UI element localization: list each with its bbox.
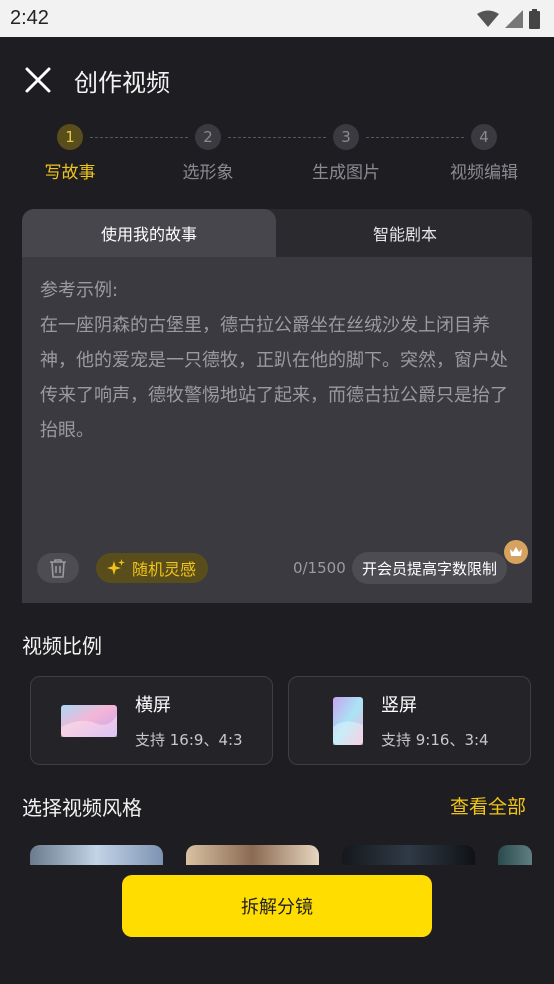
status-bar: 2:42: [0, 0, 554, 37]
example-title: 参考示例:: [40, 280, 119, 301]
crown-icon: [504, 540, 528, 564]
wifi-icon: [477, 10, 499, 27]
style-thumbnail[interactable]: [30, 845, 163, 865]
step-number: 1: [57, 124, 83, 150]
random-inspiration-button[interactable]: 随机灵感: [96, 553, 209, 583]
ratio-name: 横屏: [135, 695, 171, 716]
battery-icon: [529, 8, 540, 29]
style-thumbnail[interactable]: [342, 845, 475, 865]
step-label: 选形象: [182, 163, 234, 183]
ratio-landscape-card[interactable]: 横屏 支持 16:9、4:3: [30, 676, 273, 765]
step-video-edit[interactable]: 4 视频编辑: [434, 124, 534, 183]
vip-label: 开会员提高字数限制: [362, 559, 498, 578]
clear-button[interactable]: [37, 553, 79, 583]
step-number: 4: [471, 124, 497, 150]
portrait-icon: [333, 697, 363, 745]
view-all-link[interactable]: 查看全部: [450, 792, 526, 819]
style-section-title: 选择视频风格: [22, 796, 142, 820]
vip-upgrade-button[interactable]: 开会员提高字数限制: [352, 552, 508, 584]
page-title: 创作视频: [74, 68, 170, 97]
landscape-icon: [61, 705, 117, 737]
split-storyboard-button[interactable]: 拆解分镜: [122, 875, 432, 937]
sparkle-icon: [107, 559, 125, 575]
step-generate-images[interactable]: 3 生成图片: [296, 124, 396, 183]
step-label: 生成图片: [312, 163, 380, 183]
char-count: 0/1500: [293, 559, 346, 577]
story-footer: 随机灵感 0/1500 开会员提高字数限制: [22, 540, 532, 595]
style-thumbnail[interactable]: [498, 845, 532, 865]
tab-smart-script[interactable]: 智能剧本: [278, 209, 532, 257]
ratio-desc: 支持 16:9、4:3: [135, 731, 243, 749]
story-tabs: 使用我的故事 智能剧本: [22, 209, 532, 257]
step-number: 2: [195, 124, 221, 150]
step-label: 写故事: [44, 163, 96, 183]
story-input[interactable]: 参考示例: 在一座阴森的古堡里，德古拉公爵坐在丝绒沙发上闭目养神，他的爱宠是一只…: [22, 257, 532, 517]
ratio-name: 竖屏: [381, 695, 417, 716]
ratio-portrait-card[interactable]: 竖屏 支持 9:16、3:4: [288, 676, 531, 765]
signal-icon: [505, 9, 523, 28]
style-thumbnail[interactable]: [186, 845, 319, 865]
trash-icon: [50, 559, 66, 578]
status-time: 2:42: [10, 7, 49, 29]
stepper: 1 写故事 2 选形象 3 生成图片 4 视频编辑: [0, 124, 554, 190]
step-choose-avatar[interactable]: 2 选形象: [158, 124, 258, 183]
header: 创作视频: [0, 37, 554, 123]
example-body: 在一座阴森的古堡里，德古拉公爵坐在丝绒沙发上闭目养神，他的爱宠是一只德牧，正趴在…: [40, 315, 508, 441]
ratio-section-title: 视频比例: [22, 634, 102, 658]
step-label: 视频编辑: [450, 163, 518, 183]
status-icons: [477, 8, 540, 29]
story-card: 使用我的故事 智能剧本 参考示例: 在一座阴森的古堡里，德古拉公爵坐在丝绒沙发上…: [22, 209, 532, 603]
ratio-desc: 支持 9:16、3:4: [381, 731, 489, 749]
tab-my-story[interactable]: 使用我的故事: [22, 209, 276, 257]
step-write-story[interactable]: 1 写故事: [20, 124, 120, 183]
close-icon: [25, 67, 51, 93]
inspiration-label: 随机灵感: [132, 560, 197, 579]
step-number: 3: [333, 124, 359, 150]
close-button[interactable]: [22, 64, 54, 96]
